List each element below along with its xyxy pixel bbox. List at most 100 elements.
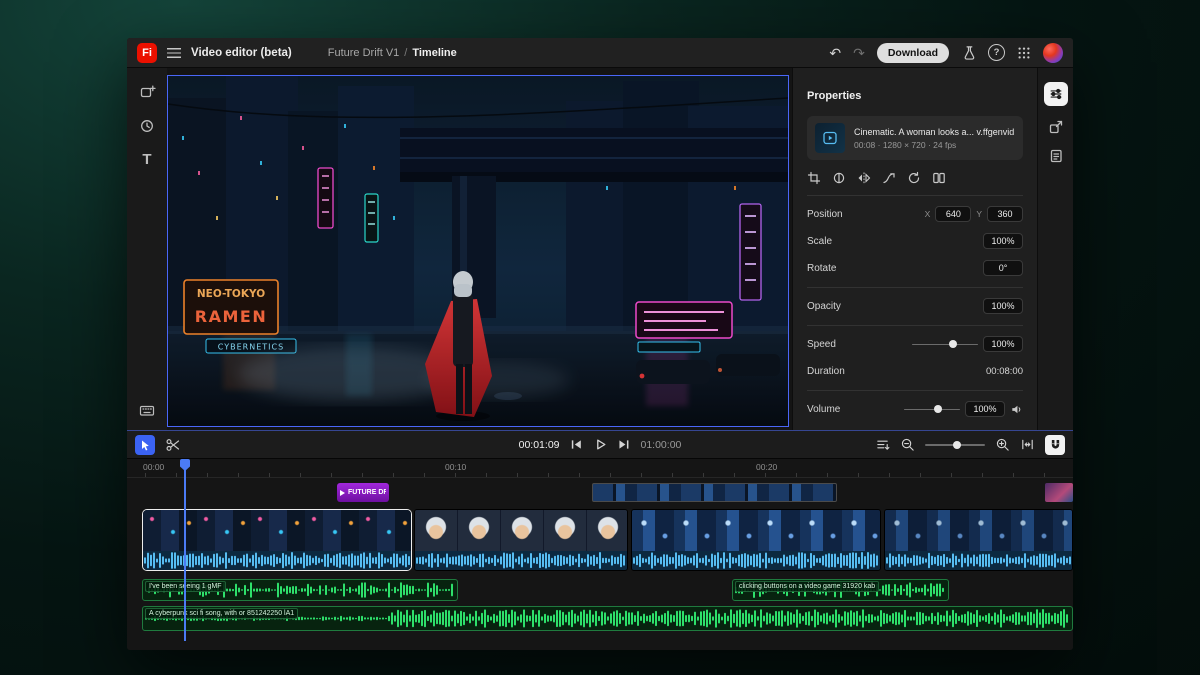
add-media-icon[interactable] <box>139 84 156 101</box>
divider <box>807 195 1023 196</box>
rotate-label: Rotate <box>807 263 836 274</box>
breadcrumb-project[interactable]: Future Drift V1 <box>328 47 400 59</box>
right-toolbar <box>1037 68 1073 430</box>
mask-icon[interactable] <box>832 171 846 185</box>
zoom-out-icon[interactable] <box>900 437 915 452</box>
opacity-row: Opacity 100% <box>807 297 1023 315</box>
opacity-input[interactable]: 100% <box>983 298 1023 314</box>
duration-row: Duration 00:08:00 <box>807 362 1023 380</box>
breadcrumb-separator: / <box>404 47 407 59</box>
cursor-icon <box>139 439 151 451</box>
preview-frame: NEO-TOKYO RAMEN CYBERNETICS <box>168 76 788 426</box>
app-title: Video editor (beta) <box>191 47 292 59</box>
split-tool-icon[interactable] <box>165 437 181 453</box>
divider <box>807 390 1023 391</box>
video-preview[interactable]: NEO-TOKYO RAMEN CYBERNETICS <box>167 75 789 427</box>
notes-panel-icon[interactable] <box>1048 148 1064 164</box>
video-clip-2-audio <box>415 551 627 570</box>
video-clip-2[interactable] <box>414 509 628 571</box>
breadcrumb-page[interactable]: Timeline <box>412 47 456 59</box>
flip-horizontal-icon[interactable] <box>857 171 871 185</box>
clip-name: Cinematic. A woman looks a... v.ffgenvid <box>854 127 1014 137</box>
properties-panel-button[interactable] <box>1044 82 1068 106</box>
download-button[interactable]: Download <box>877 43 949 63</box>
speaker-icon[interactable] <box>1010 403 1023 416</box>
position-y-input[interactable]: 360 <box>987 206 1023 222</box>
playhead[interactable] <box>184 459 186 641</box>
menu-icon[interactable] <box>167 48 181 58</box>
properties-panel: Properties Cinematic. A woman looks a...… <box>792 68 1037 430</box>
divider <box>807 325 1023 326</box>
step-forward-icon[interactable] <box>617 437 632 452</box>
beta-flask-icon[interactable] <box>961 45 976 60</box>
snap-magnet-button[interactable] <box>1045 435 1065 455</box>
zoom-slider[interactable] <box>925 440 985 450</box>
user-avatar[interactable] <box>1043 43 1063 63</box>
help-icon[interactable]: ? <box>988 44 1005 61</box>
duration-label: Duration <box>807 366 845 377</box>
music-clip[interactable]: A cyberpunk sci fi song, with or 8512422… <box>142 606 1073 631</box>
video-clip-1[interactable] <box>142 509 412 571</box>
audio-clip-2[interactable]: clicking buttons on a video game 31920 k… <box>732 579 949 601</box>
music-clip-label: A cyberpunk sci fi song, with or 8512422… <box>145 608 298 619</box>
redo-icon[interactable]: ↷ <box>853 46 865 60</box>
timeline-view-controls <box>875 431 1065 458</box>
speed-label: Speed <box>807 339 836 350</box>
speed-ramp-icon[interactable] <box>882 171 896 185</box>
selected-clip-card[interactable]: Cinematic. A woman looks a... v.ffgenvid… <box>807 116 1023 160</box>
video-clip-4-audio <box>885 551 1072 570</box>
opacity-label: Opacity <box>807 301 841 312</box>
position-row: Position X 640 Y 360 <box>807 205 1023 223</box>
video-clip-3[interactable] <box>631 509 881 571</box>
overlay-clip-partial[interactable] <box>1045 483 1073 502</box>
undo-icon[interactable]: ↶ <box>829 46 841 60</box>
app-window: Fi Video editor (beta) Future Drift V1 /… <box>127 38 1073 650</box>
crop-icon[interactable] <box>807 171 821 185</box>
audio-clip-1[interactable]: I've been seeing 1 gMF <box>142 579 458 601</box>
insert-clip-icon[interactable] <box>875 437 890 452</box>
position-label: Position <box>807 209 843 220</box>
timeline-toolbar: 00:01:09 01:00:00 <box>127 430 1073 458</box>
volume-slider[interactable] <box>904 404 960 414</box>
timeline-ruler[interactable]: 00:00 00:10 00:20 <box>127 459 1073 478</box>
select-tool-button[interactable] <box>135 435 155 455</box>
rotate-input[interactable]: 0° <box>983 260 1023 276</box>
ruler-label-20: 00:20 <box>756 462 777 472</box>
layout-icon[interactable] <box>932 171 946 185</box>
video-clip-4-thumbnails <box>885 510 1072 551</box>
volume-input[interactable]: 100% <box>965 401 1005 417</box>
apps-grid-icon[interactable] <box>1017 46 1031 60</box>
play-button[interactable] <box>593 437 608 452</box>
firefly-logo[interactable]: Fi <box>137 43 157 63</box>
ruler-label-0: 00:00 <box>143 462 164 472</box>
position-x-input[interactable]: 640 <box>935 206 971 222</box>
step-back-icon[interactable] <box>569 437 584 452</box>
left-toolbar: T <box>127 68 167 430</box>
transport-controls: 00:01:09 01:00:00 <box>519 431 682 458</box>
y-axis-label: Y <box>976 209 982 219</box>
history-clock-icon[interactable] <box>139 118 155 134</box>
regenerate-icon[interactable] <box>907 171 921 185</box>
audio-clip-2-label: clicking buttons on a video game 31920 k… <box>735 581 879 592</box>
volume-row: Volume 100% <box>807 400 1023 418</box>
scale-input[interactable]: 100% <box>983 233 1023 249</box>
zoom-in-icon[interactable] <box>995 437 1010 452</box>
fit-timeline-icon[interactable] <box>1020 437 1035 452</box>
speed-row: Speed 100% <box>807 335 1023 353</box>
speed-slider[interactable] <box>912 339 978 349</box>
video-clip-2-thumbnails <box>415 510 627 551</box>
speed-input[interactable]: 100% <box>983 336 1023 352</box>
text-tool-icon[interactable]: T <box>142 151 151 168</box>
scale-row: Scale 100% <box>807 232 1023 250</box>
topbar-actions: ↶ ↷ Download ? <box>829 43 1063 63</box>
video-clip-3-thumbnails <box>632 510 880 551</box>
title-clip[interactable]: FUTURE DRI <box>337 483 389 502</box>
timeline: 00:00 00:10 00:20 FUTURE DRI <box>127 458 1073 650</box>
export-frame-icon[interactable] <box>1048 119 1064 135</box>
video-clip-4[interactable] <box>884 509 1073 571</box>
clip-thumbnail <box>815 123 845 153</box>
keyboard-shortcuts-icon[interactable] <box>139 403 156 418</box>
overlay-video-clip[interactable] <box>592 483 837 502</box>
volume-label: Volume <box>807 404 840 415</box>
clip-meta: 00:08 · 1280 × 720 · 24 fps <box>854 140 1014 150</box>
